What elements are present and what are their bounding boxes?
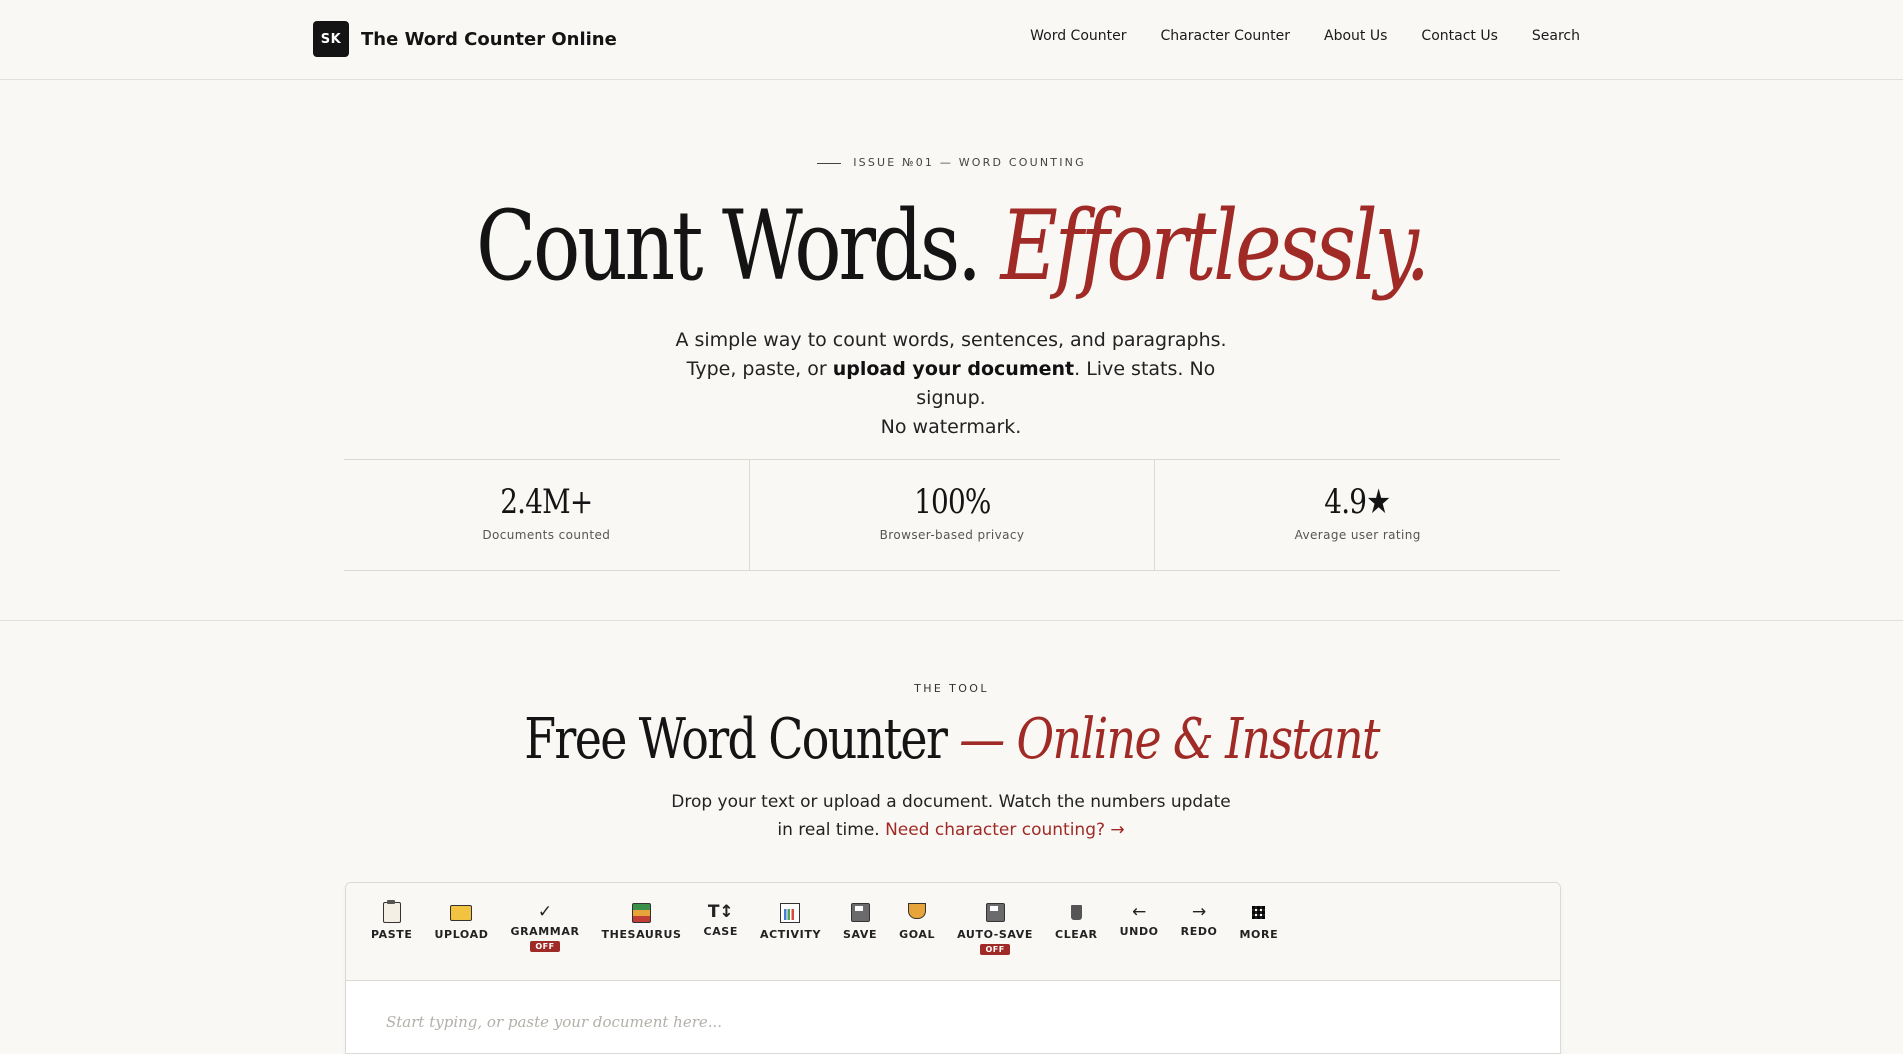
- stat-label: Average user rating: [1294, 528, 1421, 542]
- activity-button[interactable]: ACTIVITY: [749, 883, 832, 941]
- stat-value: 4.9★: [1324, 482, 1392, 522]
- eyebrow-rule: [817, 162, 842, 164]
- more-label: MORE: [1239, 928, 1279, 941]
- auto-save-toggle[interactable]: AUTO-SAVE OFF: [946, 883, 1044, 955]
- trash-icon: [1070, 905, 1082, 920]
- nav-word-counter[interactable]: Word Counter: [1030, 28, 1126, 44]
- clipboard-icon: [382, 900, 401, 923]
- stat-privacy: 100% Browser-based privacy: [750, 460, 1156, 570]
- case-label: CASE: [703, 925, 738, 938]
- nav-contact-us[interactable]: Contact Us: [1421, 28, 1497, 44]
- case-button[interactable]: T↕ CASE: [693, 883, 749, 938]
- trophy-icon: [908, 903, 927, 919]
- stat-label: Browser-based privacy: [879, 528, 1025, 542]
- grammar-status-badge: OFF: [530, 941, 560, 952]
- thesaurus-button[interactable]: THESAURUS: [591, 883, 693, 941]
- hero-title-accent: Effortlessly.: [1000, 190, 1430, 302]
- auto-save-status-badge: OFF: [980, 944, 1010, 955]
- tool-eyebrow: THE TOOL: [914, 682, 989, 695]
- paste-button[interactable]: PASTE: [360, 883, 424, 941]
- brand[interactable]: SK The Word Counter Online: [313, 21, 617, 57]
- nav-search[interactable]: Search: [1532, 28, 1580, 44]
- activity-label: ACTIVITY: [759, 928, 822, 941]
- stat-rating: 4.9★ Average user rating: [1155, 460, 1560, 570]
- hero-sub-line-2: Type, paste, or upload your document. Li…: [651, 355, 1251, 413]
- grid-icon: [1252, 906, 1266, 919]
- grammar-toggle[interactable]: ✓ GRAMMAR OFF: [499, 883, 590, 952]
- stats-row: 2.4M+ Documents counted 100% Browser-bas…: [344, 459, 1560, 571]
- folder-icon: [450, 905, 473, 921]
- clear-button[interactable]: CLEAR: [1044, 883, 1109, 941]
- goal-button[interactable]: GOAL: [888, 883, 946, 941]
- stat-value: 2.4M+: [500, 482, 593, 522]
- upload-button[interactable]: UPLOAD: [424, 883, 500, 941]
- tool-title-main: Free Word Counter: [524, 707, 948, 772]
- undo-label: UNDO: [1119, 925, 1159, 938]
- hero-eyebrow-text: ISSUE №01 — WORD COUNTING: [853, 156, 1086, 169]
- auto-save-label: AUTO-SAVE: [957, 928, 1034, 941]
- hero-sub-line-3: No watermark.: [880, 416, 1022, 438]
- character-counting-link[interactable]: Need character counting? →: [885, 820, 1125, 840]
- clear-label: CLEAR: [1055, 928, 1098, 941]
- nav-about-us[interactable]: About Us: [1324, 28, 1387, 44]
- tool-subtitle: Drop your text or upload a document. Wat…: [671, 788, 1231, 844]
- logo[interactable]: SK: [313, 21, 349, 57]
- editor-text-area[interactable]: Start typing, or paste your document her…: [386, 1013, 722, 1031]
- stat-label: Documents counted: [482, 528, 611, 542]
- hero-eyebrow: ISSUE №01 — WORD COUNTING: [0, 156, 1903, 169]
- save-button[interactable]: SAVE: [832, 883, 888, 941]
- redo-button[interactable]: → REDO: [1170, 883, 1229, 938]
- undo-arrow-icon: ←: [1132, 902, 1147, 922]
- save-label: SAVE: [843, 928, 878, 941]
- hero-sub-pre: Type, paste, or: [686, 358, 833, 380]
- books-icon: [632, 903, 652, 923]
- check-icon: ✓: [537, 902, 553, 922]
- redo-arrow-icon: →: [1191, 902, 1207, 922]
- undo-button[interactable]: ← UNDO: [1109, 883, 1170, 938]
- hero-sub-line-1: A simple way to count words, sentences, …: [675, 329, 1227, 351]
- upload-label: UPLOAD: [434, 928, 489, 941]
- top-navigation-bar: SK The Word Counter Online Word Counter …: [0, 0, 1903, 80]
- hero-title: Count Words. Effortlessly.: [171, 186, 1731, 306]
- section-divider: [0, 620, 1903, 621]
- floppy-disk-icon: [850, 903, 870, 922]
- editor-toolbar: PASTE UPLOAD ✓ GRAMMAR OFF THESAURUS T↕ …: [346, 883, 1560, 981]
- tool-title: Free Word Counter — Online & Instant: [171, 704, 1731, 776]
- tool-title-accent: — Online & Instant: [959, 707, 1380, 772]
- floppy-disk-icon: [985, 903, 1005, 922]
- hero-subtitle: A simple way to count words, sentences, …: [651, 326, 1251, 442]
- paste-label: PASTE: [371, 928, 413, 941]
- goal-label: GOAL: [899, 928, 936, 941]
- nav-character-counter[interactable]: Character Counter: [1161, 28, 1291, 44]
- site-name[interactable]: The Word Counter Online: [361, 29, 617, 50]
- main-nav: Word Counter Character Counter About Us …: [1030, 28, 1580, 44]
- text-case-icon: T↕: [707, 902, 734, 922]
- more-button[interactable]: MORE: [1229, 883, 1290, 941]
- hero-title-main: Count Words.: [476, 190, 982, 302]
- redo-label: REDO: [1180, 925, 1218, 938]
- stat-value: 100%: [913, 482, 991, 522]
- grammar-label: GRAMMAR: [510, 925, 580, 938]
- thesaurus-label: THESAURUS: [601, 928, 682, 941]
- stat-documents: 2.4M+ Documents counted: [344, 460, 750, 570]
- hero-sub-bold: upload your document: [832, 358, 1075, 380]
- bar-chart-icon: [780, 903, 801, 923]
- word-counter-editor: PASTE UPLOAD ✓ GRAMMAR OFF THESAURUS T↕ …: [345, 882, 1561, 1054]
